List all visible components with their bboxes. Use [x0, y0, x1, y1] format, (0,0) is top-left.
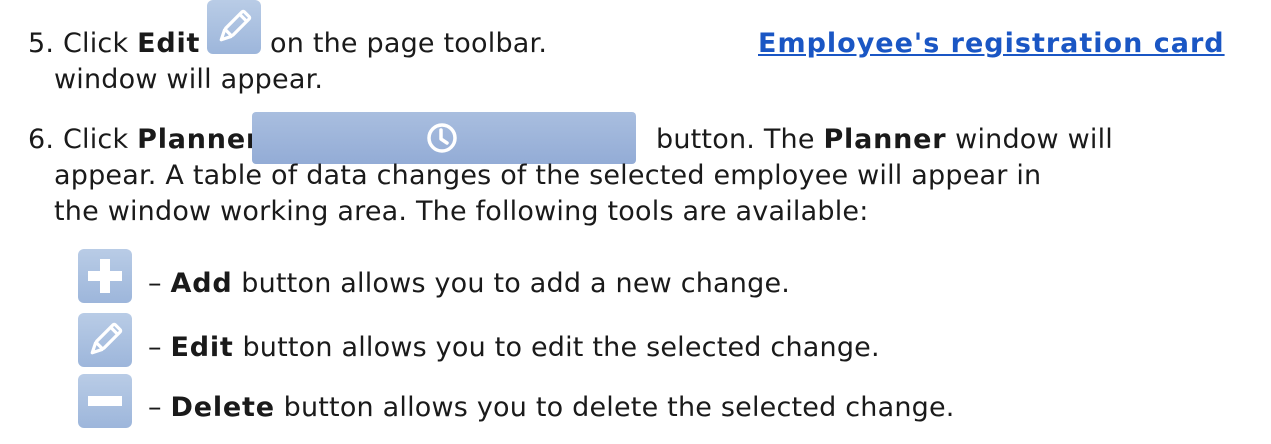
add-desc: button allows you to add a new change.: [241, 268, 791, 299]
add-label: Add: [170, 268, 233, 299]
step-6-line-2: appear. A table of data changes of the s…: [54, 158, 1041, 194]
step-6-line-2-text: appear. A table of data changes of the s…: [54, 160, 1042, 191]
planner-button-image: [252, 112, 636, 164]
edit-tool-description: – Edit button allows you to edit the sel…: [148, 330, 880, 366]
dash: –: [148, 392, 162, 423]
plus-icon: [88, 259, 122, 293]
after-button-text: button. The: [656, 124, 815, 155]
edit-tool-desc: button allows you to edit the selected c…: [242, 332, 880, 363]
step-6-line-3-text: the window working area. The following t…: [54, 196, 869, 227]
employee-registration-card-link-wrap: Employee's registration card: [758, 26, 1225, 62]
planner-label: Planner: [137, 124, 261, 155]
step-number: 5.: [28, 28, 55, 59]
dash: –: [148, 268, 162, 299]
employee-registration-card-link[interactable]: Employee's registration card: [758, 28, 1225, 59]
step-6-line-1: 6. Click Planner: [28, 122, 260, 158]
step-click-text: Click: [62, 124, 129, 155]
step-5-line-2: window will appear.: [54, 62, 323, 98]
after-window-text: window will: [955, 124, 1113, 155]
pencil-icon: [90, 322, 123, 355]
edit-tool-button-image: [78, 313, 132, 367]
step-5-mid-text: on the page toolbar.: [270, 28, 548, 59]
edit-label: Edit: [137, 28, 201, 59]
dash: –: [148, 332, 162, 363]
minus-icon: [88, 396, 122, 406]
step-5-continuation: window will appear.: [54, 64, 324, 95]
delete-label: Delete: [170, 392, 275, 423]
edit-tool-label: Edit: [170, 332, 234, 363]
delete-desc: button allows you to delete the selected…: [283, 392, 955, 423]
delete-tool-description: – Delete button allows you to delete the…: [148, 390, 955, 426]
planner-window-label: Planner: [823, 124, 947, 155]
step-click-text: Click: [62, 28, 129, 59]
pencil-icon: [219, 9, 252, 42]
delete-button-image: [78, 374, 132, 428]
step-6-line-1-cont: button. The Planner window will: [656, 122, 1113, 158]
edit-button-image: [207, 0, 261, 54]
step-number: 6.: [28, 124, 55, 155]
add-button-image: [78, 249, 132, 303]
step-6-line-3: the window working area. The following t…: [54, 194, 869, 230]
clock-icon: [427, 123, 457, 153]
step-5-line-1-cont: on the page toolbar.: [270, 26, 547, 62]
step-5-line-1: 5. Click Edit: [28, 26, 200, 62]
add-tool-description: – Add button allows you to add a new cha…: [148, 266, 790, 302]
